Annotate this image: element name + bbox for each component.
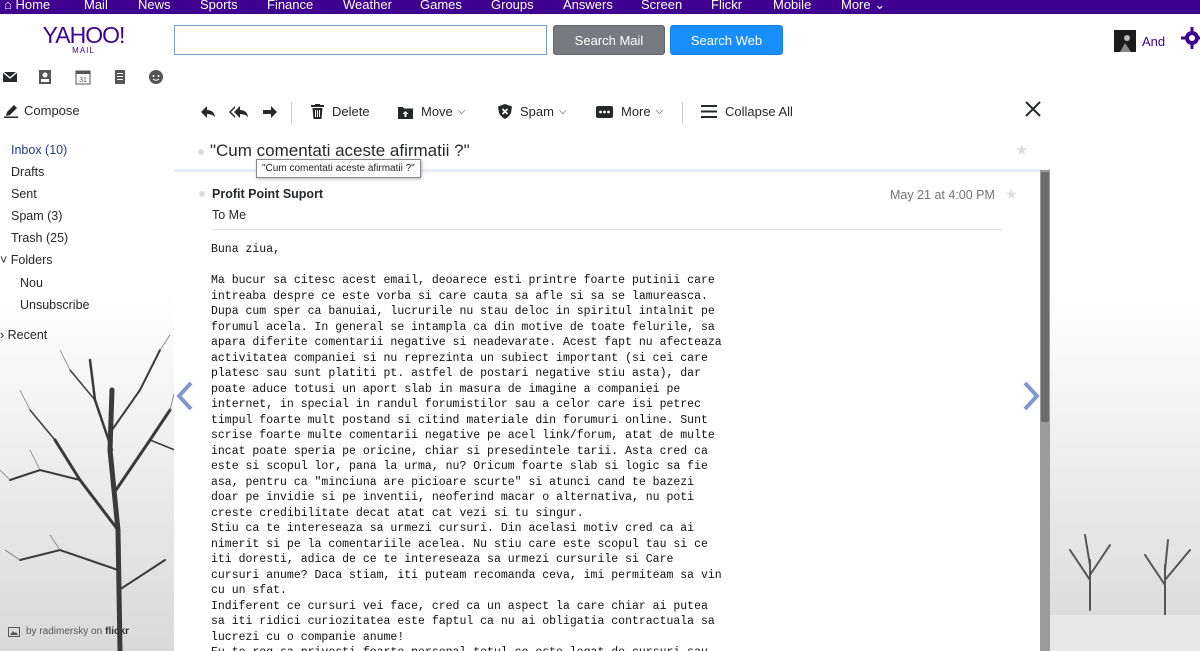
subject-tooltip: "Cum comentati aceste afirmatii ?" [256,159,421,178]
forward-icon[interactable] [262,105,278,119]
folders-toggle[interactable]: ˅ Folders [0,253,52,267]
previous-message-arrow-icon[interactable] [174,380,196,412]
collapse-all-label: Collapse All [725,104,793,119]
photo-credit-text: by radimersky on [26,626,103,637]
star-icon[interactable]: ★ [1005,186,1018,203]
logo-text: YAHOO! [42,22,126,48]
more-label: More [621,104,651,119]
nav-flickr[interactable]: Flickr [711,0,742,13]
compose-button[interactable]: Compose [4,103,80,118]
chevron-down-icon: ⌵ [558,106,567,117]
calendar-icon[interactable]: 31 [75,69,91,85]
photo-credit[interactable]: by radimersky on flickr [8,626,129,637]
sidebar-item-unsubscribe[interactable]: Unsubscribe [20,298,89,312]
toolbar-divider [291,102,292,124]
reply-all-icon[interactable] [229,105,249,119]
search-mail-button[interactable]: Search Mail [553,25,665,55]
nav-news[interactable]: News [138,0,171,13]
more-button[interactable]: More ⌵ [596,104,663,119]
shield-icon [498,104,512,119]
sidebar-item-sent[interactable]: Sent [11,187,37,201]
avatar[interactable] [1114,30,1136,52]
svg-text:31: 31 [79,77,87,84]
chevron-down-icon: ⌵ [457,106,466,117]
nav-more[interactable]: More ⌄ [841,0,885,13]
search-input[interactable] [174,25,547,55]
gear-icon[interactable] [1181,27,1200,49]
chevron-down-icon: ⌄ [874,0,886,12]
yahoo-mail-logo[interactable]: YAHOO! MAIL [36,23,131,55]
message-date: May 21 at 4:00 PM [890,188,995,202]
move-button[interactable]: Move ⌵ [398,104,465,119]
spam-button[interactable]: Spam ⌵ [498,104,567,119]
background-tree-right [1050,534,1200,651]
spam-label: Spam [520,104,554,119]
search-web-button[interactable]: Search Web [670,25,783,55]
image-icon [8,626,20,637]
collapse-all-button[interactable]: Collapse All [701,104,793,119]
conversation-subject: "Cum comentati aceste afirmatii ?" [210,141,470,160]
home-icon: ⌂ [4,0,12,12]
mail-icon[interactable] [2,69,18,85]
sidebar-item-trash[interactable]: Trash (25) [11,231,68,245]
contacts-icon[interactable] [37,69,53,85]
nav-mail[interactable]: Mail [84,0,108,13]
top-navigation-bar: ⌂ Home Mail News Sports Finance Weather … [0,0,1200,14]
trash-icon [311,104,324,119]
list-icon [701,105,717,118]
star-icon[interactable]: ★ [1015,141,1028,159]
sidebar-item-inbox[interactable]: Inbox (10) [11,143,67,157]
nav-home[interactable]: ⌂ Home [4,0,50,13]
scrollbar-thumb[interactable] [1041,172,1049,422]
message-toolbar: Delete Move ⌵ Spam ⌵ More ⌵ Collapse All [174,98,1050,128]
recent-toggle[interactable]: › Recent [0,328,47,342]
user-name[interactable]: And [1142,34,1165,49]
sender-name[interactable]: Profit Point Suport [212,187,323,201]
move-label: Move [421,104,453,119]
nav-weather[interactable]: Weather [343,0,392,13]
toolbar-divider [682,102,683,124]
compose-label: Compose [24,103,80,118]
header-divider [212,229,1002,230]
nav-groups[interactable]: Groups [491,0,534,13]
sidebar-item-spam[interactable]: Spam (3) [11,209,62,223]
sidebar-item-nou[interactable]: Nou [20,276,43,290]
folder-move-icon [398,106,413,119]
next-message-arrow-icon[interactable] [1020,380,1042,412]
nav-answers[interactable]: Answers [563,0,613,13]
chevron-down-icon: ⌵ [655,106,664,117]
flickr-logo: flickr [105,626,130,637]
delete-button[interactable]: Delete [311,104,370,119]
nav-sports[interactable]: Sports [200,0,238,13]
chevron-right-icon: › [0,328,5,342]
delete-label: Delete [332,104,370,119]
chevron-down-icon: ˅ [0,253,8,267]
message-card: Profit Point Suport To Me May 21 at 4:00… [174,176,1040,651]
pencil-icon [4,104,18,118]
read-indicator [199,191,205,197]
notepad-icon[interactable] [112,69,128,85]
nav-games[interactable]: Games [420,0,462,13]
messenger-icon[interactable] [148,69,164,85]
nav-mobile[interactable]: Mobile [773,0,811,13]
more-dots-icon [596,105,613,118]
message-body: Buna ziua, Ma bucur sa citesc acest emai… [211,243,722,651]
close-icon[interactable] [1024,100,1042,118]
recipient-line[interactable]: To Me [212,208,246,222]
background-tree-left [0,334,175,651]
nav-screen[interactable]: Screen [641,0,682,13]
sidebar-item-drafts[interactable]: Drafts [11,165,44,179]
unread-indicator [198,149,204,155]
reply-icon[interactable] [200,105,216,119]
nav-finance[interactable]: Finance [267,0,313,13]
